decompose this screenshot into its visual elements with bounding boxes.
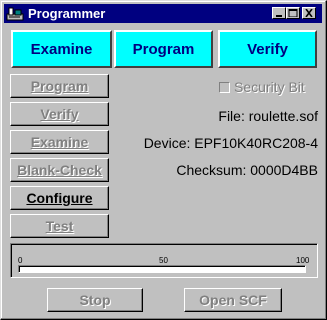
device-info: Device: EPF10K40RC208-4 — [143, 135, 318, 151]
test-button[interactable]: Test — [10, 214, 109, 238]
progress-tick-0: 0 — [18, 256, 23, 265]
security-bit-checkbox[interactable] — [219, 81, 230, 93]
progress-panel: 0 50 100 — [10, 243, 318, 278]
program-button[interactable]: Program — [10, 74, 109, 98]
verify-button[interactable]: Verify — [10, 102, 109, 126]
maximize-icon — [288, 9, 298, 17]
minimize-button[interactable] — [272, 7, 286, 19]
program-mode-button[interactable]: Program — [114, 30, 213, 68]
configure-button[interactable]: Configure — [10, 186, 109, 210]
progress-bar — [18, 265, 306, 273]
maximize-button[interactable] — [286, 7, 300, 19]
progress-tick-50: 50 — [159, 256, 168, 265]
programmer-app-icon — [6, 6, 24, 21]
open-scf-button[interactable]: Open SCF — [184, 288, 282, 312]
examine-button[interactable]: Examine — [10, 130, 109, 154]
security-bit-option[interactable]: Security Bit — [219, 79, 305, 95]
minimize-icon — [276, 15, 282, 17]
security-bit-label: Security Bit — [234, 79, 305, 95]
file-info: File: roulette.sof — [218, 108, 318, 124]
close-button[interactable] — [302, 7, 316, 19]
examine-mode-button[interactable]: Examine — [11, 30, 112, 68]
programmer-window: Programmer Examine Program Verify Progra… — [0, 0, 327, 320]
close-icon — [305, 9, 313, 17]
checksum-info: Checksum: 0000D4BB — [176, 162, 318, 178]
progress-tick-100: 100 — [296, 256, 310, 265]
window-title: Programmer — [28, 6, 106, 21]
blank-check-button[interactable]: Blank-Check — [10, 158, 109, 182]
verify-mode-button[interactable]: Verify — [218, 30, 317, 68]
title-bar[interactable]: Programmer — [4, 4, 322, 23]
stop-button[interactable]: Stop — [47, 288, 143, 312]
